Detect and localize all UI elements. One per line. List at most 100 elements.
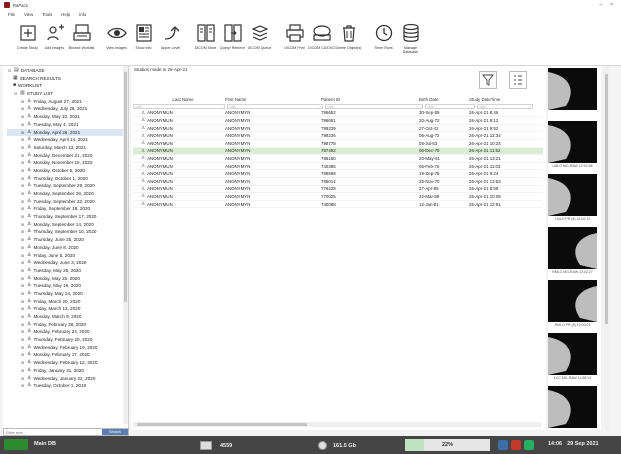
tree-worklist[interactable]: ■ WORKLIST: [7, 82, 128, 90]
expand-icon[interactable]: ⊞: [20, 228, 25, 236]
query-retrieve-button[interactable]: Query/ Retrieve: [219, 21, 246, 50]
filter-study-datetime[interactable]: <All> ⌕: [477, 104, 533, 110]
tree-date-item[interactable]: ⊞ ♙ Monday, May 10, 2021: [7, 113, 128, 121]
table-row[interactable]: ♙ ANONYMUN ANONYMYN 799236 06-Aug-72 26-Apr-2…: [133, 132, 543, 140]
create-study-button[interactable]: Create Study: [14, 21, 41, 50]
tree-date-item[interactable]: ⊞ ♙ Friday, March 13, 2020: [7, 305, 128, 313]
col-first-name[interactable]: First Name: [225, 97, 321, 102]
tree-date-item[interactable]: ⊞ ♙ Thursday, June 25, 2020: [7, 236, 128, 244]
tree-date-item[interactable]: ⊞ ♙ Monday, March 9, 2020: [7, 313, 128, 321]
filter-button[interactable]: [479, 71, 497, 89]
tree-date-item[interactable]: ⊞ ♙ Tuesday, September 29, 2020: [7, 182, 128, 190]
sync-icon[interactable]: [524, 440, 534, 450]
dicom-cd-dvd-button[interactable]: DICOM CD/DVD: [308, 21, 335, 50]
expand-icon[interactable]: ⊞: [20, 98, 25, 106]
image-thumbnail[interactable]: RMLO PR (8) 12:00:01: [548, 280, 597, 334]
tree-date-item[interactable]: ⊞ ♙ Wednesday, January 22, 2020: [7, 375, 128, 383]
tree-date-item[interactable]: ⊞ ♙ Monday, February 17, 2020: [7, 351, 128, 359]
view-images-button[interactable]: View Images: [103, 21, 130, 50]
expand-icon[interactable]: ⊞: [20, 244, 25, 252]
menu-help[interactable]: Help: [61, 12, 70, 17]
menu-info[interactable]: Info: [79, 12, 86, 17]
table-row[interactable]: ♙ ANONYMUN ANONYMYN 740395 05-Feb-76 26-Apr-2…: [133, 163, 543, 171]
table-row[interactable]: ♙ ANONYMUN ANONYMYN 776228 27-Apr-85 26-Apr-2…: [133, 186, 543, 194]
tree-date-item[interactable]: ⊞ ♙ Monday, May 25, 2020: [7, 275, 128, 283]
table-row[interactable]: ♙ ANONYMUN ANONYMYN 786150 20-May-61 26-Apr-2…: [133, 155, 543, 163]
timer-runs-button[interactable]: Timer Runs: [370, 21, 397, 50]
tree-date-item[interactable]: ⊞ ♙ Friday, August 27, 2021: [7, 98, 128, 106]
table-row[interactable]: ♙ ANONYMUN ANONYMYN 740088 12-Jan-81 26-Apr-2…: [133, 201, 543, 209]
col-last-name[interactable]: Last Name: [133, 97, 225, 102]
expand-icon[interactable]: ⊞: [20, 198, 25, 206]
filter-birth-date[interactable]: <All> ⌕: [425, 104, 475, 110]
col-patient-id[interactable]: Patient ID: [321, 97, 419, 102]
menu-tools[interactable]: Tools: [42, 12, 52, 17]
tree-date-item[interactable]: ⊞ ♙ Wednesday, July 28, 2021: [7, 105, 128, 113]
image-thumbnail[interactable]: [548, 386, 597, 440]
tree-date-item[interactable]: ⊞ ♙ Tuesday, September 22, 2020: [7, 198, 128, 206]
menu-view[interactable]: View: [24, 12, 33, 17]
expand-icon[interactable]: ⊞: [20, 190, 25, 198]
expand-icon[interactable]: ⊞: [20, 321, 25, 329]
expand-icon[interactable]: ⊞: [20, 382, 25, 390]
table-row[interactable]: ♙ ANONYMUN ANONYMYN 796652 30-Sep-59 26-Apr-2…: [133, 110, 543, 118]
image-thumbnail[interactable]: [548, 68, 597, 122]
expand-icon[interactable]: ⊞: [20, 367, 25, 375]
filter-last-name[interactable]: <All> ⌕: [133, 104, 225, 110]
expand-icon[interactable]: ⊞: [20, 336, 25, 344]
table-row[interactable]: ♙ ANONYMUN ANONYMYN 799239 27-Oct-42 26-Apr-2…: [133, 125, 543, 133]
tree-date-item[interactable]: ⊞ ♙ Friday, June 5, 2020: [7, 252, 128, 260]
expand-icon[interactable]: ⊞: [20, 205, 25, 213]
table-row[interactable]: ♙ ANONYMUN ANONYMYN 785014 25-Nov-70 26-Apr-2…: [133, 178, 543, 186]
tree-date-item[interactable]: ⊞ ♙ Monday, December 21, 2020: [7, 152, 128, 160]
expand-icon[interactable]: ⊞: [20, 182, 25, 190]
expand-icon[interactable]: ⊞: [20, 359, 25, 367]
expand-icon[interactable]: ⊞: [20, 298, 25, 306]
expand-icon[interactable]: ⊞: [20, 375, 25, 383]
expand-icon[interactable]: ⊞: [20, 113, 25, 121]
tree-date-item[interactable]: ⊞ ♙ Wednesday, April 14, 2021: [7, 136, 128, 144]
tree-search-input[interactable]: [4, 429, 102, 435]
minimize-button[interactable]: –: [599, 2, 602, 8]
menu-file[interactable]: File: [8, 12, 15, 17]
tree-date-item[interactable]: ⊞ ♙ Monday, February 24, 2020: [7, 328, 128, 336]
expand-icon[interactable]: ⊞: [20, 351, 25, 359]
expand-icon[interactable]: ⊞: [20, 144, 25, 152]
tree-search-button[interactable]: Search: [102, 429, 128, 435]
thumbnail-scrollbar[interactable]: [604, 66, 609, 430]
expand-icon[interactable]: ⊞: [20, 213, 25, 221]
tree-date-item[interactable]: ⊞ ♙ Saturday, March 13, 2021: [7, 144, 128, 152]
expand-icon[interactable]: ⊞: [20, 290, 25, 298]
tree-date-item[interactable]: ⊞ ♙ Wednesday, February 19, 2020: [7, 344, 128, 352]
expand-icon[interactable]: ⊞: [20, 313, 25, 321]
tree-study-list[interactable]: ⊟ ▥ STUDY LIST: [7, 90, 128, 98]
expand-icon[interactable]: ⊞: [20, 129, 25, 137]
close-button[interactable]: ×: [610, 2, 613, 8]
image-thumbnail[interactable]: LMLO MG-RAW 12:02:38: [548, 121, 597, 175]
expand-icon[interactable]: ⊞: [20, 305, 25, 313]
browse-worklist-button[interactable]: Browse Worklist: [68, 21, 95, 50]
expand-icon[interactable]: ⊞: [20, 175, 25, 183]
tree-database-node[interactable]: ⊟ ▤ DATABASE: [7, 67, 128, 75]
tree-date-item[interactable]: ⊞ ♙ Wednesday, February 12, 2020: [7, 359, 128, 367]
alert-icon[interactable]: [511, 440, 521, 450]
image-thumbnail[interactable]: RMLO MG-RAW 12:02:27: [548, 227, 597, 281]
tree-scrollbar[interactable]: [123, 66, 128, 424]
expand-icon[interactable]: ⊞: [20, 259, 25, 267]
expand-icon[interactable]: ⊞: [20, 282, 25, 290]
tree-date-item[interactable]: ⊞ ♙ Monday, September 28, 2020: [7, 190, 128, 198]
expand-icon[interactable]: ⊞: [20, 105, 25, 113]
tree-date-item[interactable]: ⊞ ♙ Tuesday, May 19, 2020: [7, 282, 128, 290]
col-study-datetime[interactable]: Study DateTime: [469, 97, 525, 102]
collapse-icon[interactable]: ⊟: [13, 90, 18, 98]
tree-date-item[interactable]: ⊞ ♙ Monday, April 26, 2021: [7, 128, 128, 137]
expand-icon[interactable]: ⊞: [20, 328, 25, 336]
table-row[interactable]: ♙ ANONYMUN ANONYMYN 796651 20-Aug-72 26-Apr-2…: [133, 117, 543, 125]
tree-date-item[interactable]: ⊞ ♙ Thursday, February 20, 2020: [7, 336, 128, 344]
tree-date-item[interactable]: ⊞ ♙ Monday, September 14, 2020: [7, 221, 128, 229]
tree-date-item[interactable]: ⊞ ♙ Thursday, May 14, 2020: [7, 290, 128, 298]
tree-date-item[interactable]: ⊞ ♙ Friday, February 28, 2020: [7, 321, 128, 329]
grid-horizontal-scrollbar[interactable]: [133, 422, 541, 427]
expand-icon[interactable]: ⊞: [20, 252, 25, 260]
show-info-button[interactable]: Show Info: [130, 21, 157, 50]
